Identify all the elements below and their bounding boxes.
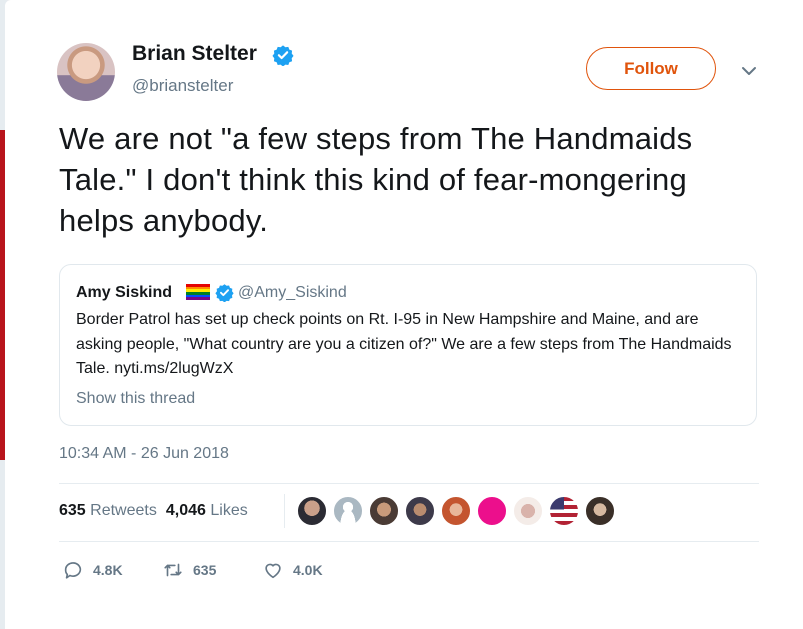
reply-count: 4.8K [93,562,123,578]
divider [59,483,759,484]
author-display-name[interactable]: Brian Stelter [132,42,257,66]
retweets-label: Retweets [90,502,157,519]
quoted-author-handle: @Amy_Siskind [238,284,347,301]
tweet-text: We are not "a few steps from The Handmai… [59,121,693,238]
author-avatar[interactable] [57,43,115,101]
liker-avatar[interactable] [333,496,363,526]
chevron-down-icon[interactable] [740,62,758,80]
liker-avatar[interactable] [513,496,543,526]
author-handle[interactable]: @brianstelter [132,76,233,96]
divider [59,541,759,542]
quoted-tweet-text: Border Patrol has set up check points on… [76,311,732,377]
stats-divider [284,494,285,528]
follow-button[interactable]: Follow [586,47,716,90]
quoted-author-name: Amy Siskind [76,284,173,301]
retweet-icon [164,563,182,577]
rainbow-flag-icon [186,284,210,301]
verified-badge-icon [215,284,234,302]
tweet-card: Brian Stelter @brianstelter Follow We ar… [5,0,803,629]
show-thread-link[interactable]: Show this thread [76,390,195,408]
retweets-stat[interactable]: 635 Retweets [59,502,157,519]
tweet-stats: 635 Retweets 4,046 Likes [59,502,248,520]
likes-label: Likes [210,502,248,519]
liker-avatar[interactable] [405,496,435,526]
likes-count: 4,046 [165,502,206,519]
reply-button[interactable]: 4.8K [62,558,123,582]
like-button[interactable]: 4.0K [262,558,323,582]
liker-avatar[interactable] [441,496,471,526]
liker-avatar[interactable] [549,496,579,526]
retweet-count: 635 [193,562,217,578]
likes-stat[interactable]: 4,046 Likes [166,502,248,519]
like-count: 4.0K [293,562,323,578]
tweet-timestamp[interactable]: 10:34 AM - 26 Jun 2018 [59,445,229,463]
retweet-button[interactable]: 635 [162,558,216,582]
liker-avatar[interactable] [585,496,615,526]
liker-avatar[interactable] [477,496,507,526]
retweets-count: 635 [59,502,86,519]
verified-badge-icon [272,45,294,66]
heart-icon [265,563,281,579]
liker-avatar[interactable] [369,496,399,526]
reply-icon [64,562,82,579]
quoted-tweet[interactable]: Amy Siskind @Amy_Siskind Border Patrol h… [59,264,757,426]
liker-avatar[interactable] [297,496,327,526]
